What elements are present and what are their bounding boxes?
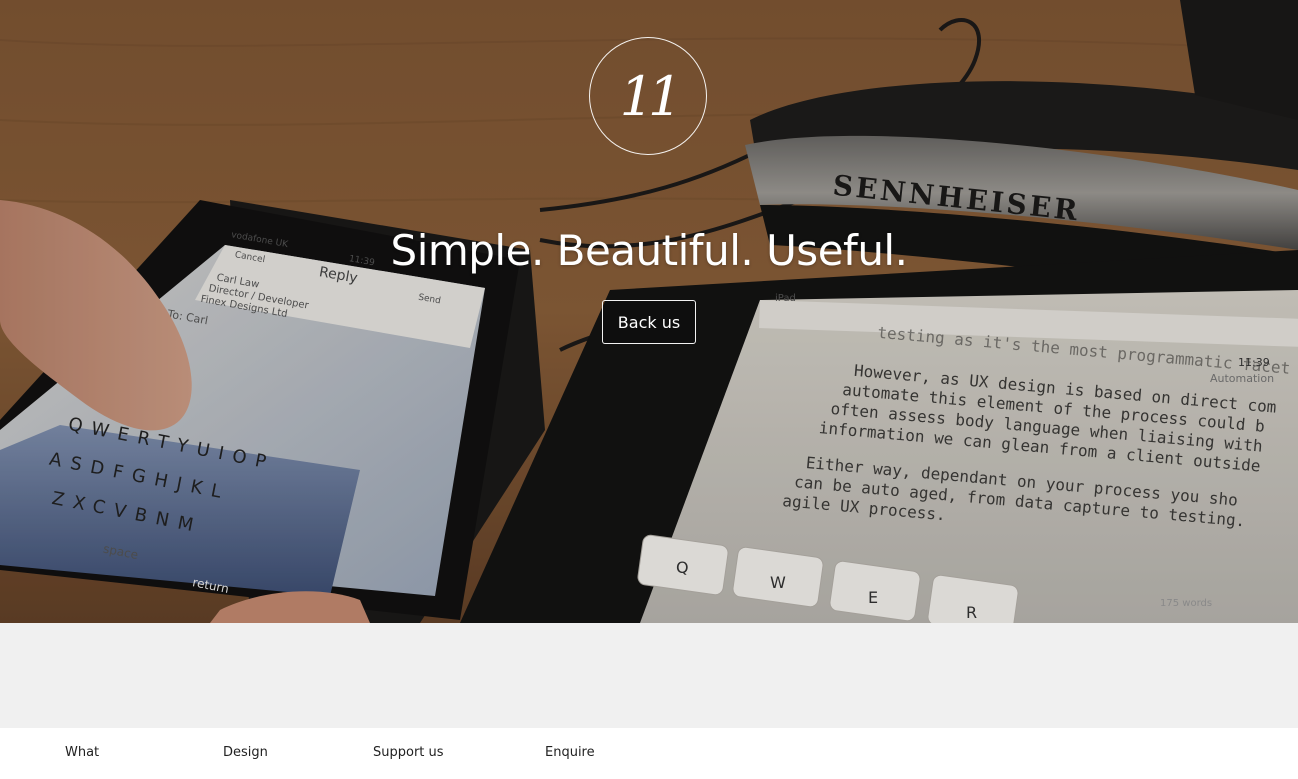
- logo-text: 11: [619, 64, 683, 128]
- nav-link-what[interactable]: What: [65, 745, 99, 760]
- back-us-button[interactable]: Back us: [602, 300, 696, 344]
- hero-title: Simple. Beautiful. Useful.: [390, 226, 908, 275]
- content-band: [0, 623, 1298, 728]
- nav-link-design[interactable]: Design: [223, 745, 268, 760]
- page: SENNHEISER testing as it's the most prog…: [0, 0, 1298, 779]
- nav-link-enquire[interactable]: Enquire: [545, 745, 595, 760]
- nav-link-support-us[interactable]: Support us: [373, 745, 444, 760]
- hero-section: SENNHEISER testing as it's the most prog…: [0, 0, 1298, 623]
- logo-circle[interactable]: 11: [589, 37, 707, 155]
- footer-nav: [0, 728, 1298, 779]
